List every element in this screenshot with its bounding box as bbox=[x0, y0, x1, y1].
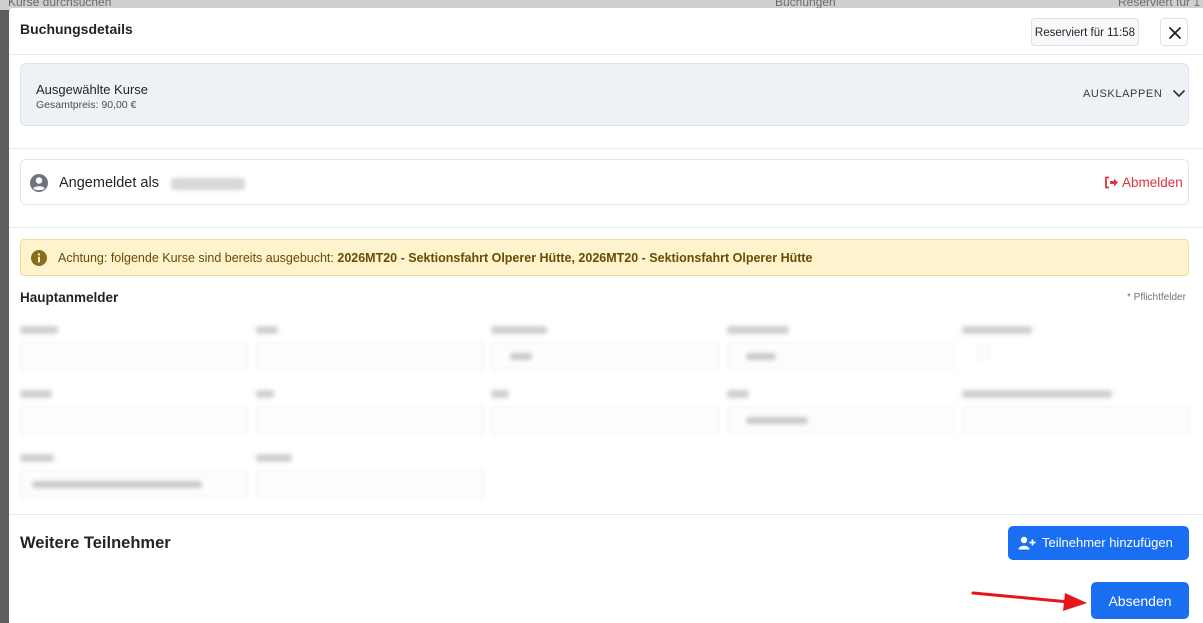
courses-divider bbox=[9, 148, 1203, 149]
login-divider bbox=[9, 227, 1203, 228]
form-field-label bbox=[727, 326, 789, 334]
form-field-label bbox=[256, 454, 292, 462]
form-field-label bbox=[20, 454, 54, 462]
form-field-input[interactable] bbox=[256, 470, 484, 498]
form-field-label bbox=[20, 326, 58, 334]
main-registrant-form-redacted bbox=[20, 320, 1195, 510]
form-field-label bbox=[256, 390, 274, 398]
chevron-down-icon bbox=[1173, 90, 1185, 98]
logout-link[interactable]: Abmelden bbox=[1104, 175, 1183, 190]
form-field-label bbox=[962, 390, 1112, 398]
close-button[interactable] bbox=[1160, 18, 1188, 46]
form-field-value bbox=[510, 353, 532, 360]
total-price: Gesamtpreis: 90,00 € bbox=[36, 99, 137, 111]
form-field-input[interactable] bbox=[962, 406, 1190, 434]
expand-toggle[interactable]: AUSKLAPPEN bbox=[1083, 88, 1186, 106]
form-divider bbox=[9, 514, 1203, 515]
booked-out-alert: Achtung: folgende Kurse sind bereits aus… bbox=[20, 239, 1189, 276]
add-participant-label: Teilnehmer hinzufügen bbox=[1042, 535, 1173, 550]
selected-courses-panel[interactable]: Ausgewählte Kurse Gesamtpreis: 90,00 € A… bbox=[20, 63, 1189, 126]
alert-prefix: Achtung: folgende Kurse sind bereits aus… bbox=[58, 251, 334, 265]
form-field-input[interactable] bbox=[491, 406, 719, 434]
form-field-value bbox=[746, 417, 808, 424]
form-field-value bbox=[32, 481, 202, 488]
login-status-panel: Angemeldet als Abmelden bbox=[20, 159, 1189, 205]
modal-title: Buchungsdetails bbox=[20, 21, 133, 37]
form-field-label bbox=[962, 326, 1032, 334]
user-plus-icon bbox=[1018, 536, 1036, 550]
user-circle-icon bbox=[30, 174, 48, 192]
header-divider bbox=[9, 54, 1203, 55]
form-field-label bbox=[727, 390, 749, 398]
warning-info-icon bbox=[31, 250, 47, 266]
form-field-label bbox=[256, 326, 278, 334]
selected-courses-title: Ausgewählte Kurse bbox=[36, 82, 149, 97]
form-field-value bbox=[746, 353, 776, 360]
form-field-input[interactable] bbox=[256, 406, 484, 434]
form-field-input[interactable] bbox=[256, 342, 484, 370]
alert-course-list: 2026MT20 - Sektionsfahrt Olperer Hütte, … bbox=[337, 251, 813, 265]
submit-button[interactable]: Absenden bbox=[1091, 582, 1189, 619]
reservation-timer-badge: Reserviert für 11:58 bbox=[1031, 18, 1139, 46]
logged-in-username-redacted bbox=[171, 178, 245, 190]
add-participant-button[interactable]: Teilnehmer hinzufügen bbox=[1008, 526, 1189, 560]
form-field-label bbox=[20, 390, 52, 398]
expand-label: AUSKLAPPEN bbox=[1083, 88, 1163, 101]
logout-icon bbox=[1105, 176, 1118, 189]
form-checkbox[interactable] bbox=[976, 346, 990, 360]
form-field-label bbox=[491, 390, 509, 398]
main-registrant-title: Hauptanmelder bbox=[20, 290, 119, 305]
further-participants-title: Weitere Teilnehmer bbox=[20, 534, 171, 552]
annotation-arrow-icon bbox=[971, 591, 1087, 611]
form-field-label bbox=[491, 326, 547, 334]
close-icon bbox=[1169, 27, 1181, 39]
modal-header: Buchungsdetails Reserviert für 11:58 bbox=[9, 8, 1203, 54]
booking-details-modal: Buchungsdetails Reserviert für 11:58 Aus… bbox=[9, 8, 1203, 623]
logout-label: Abmelden bbox=[1122, 175, 1183, 190]
form-field-input[interactable] bbox=[20, 342, 248, 370]
form-field-input[interactable] bbox=[20, 406, 248, 434]
required-fields-note: * Pflichtfelder bbox=[1127, 292, 1186, 303]
logged-in-label: Angemeldet als bbox=[59, 175, 159, 191]
